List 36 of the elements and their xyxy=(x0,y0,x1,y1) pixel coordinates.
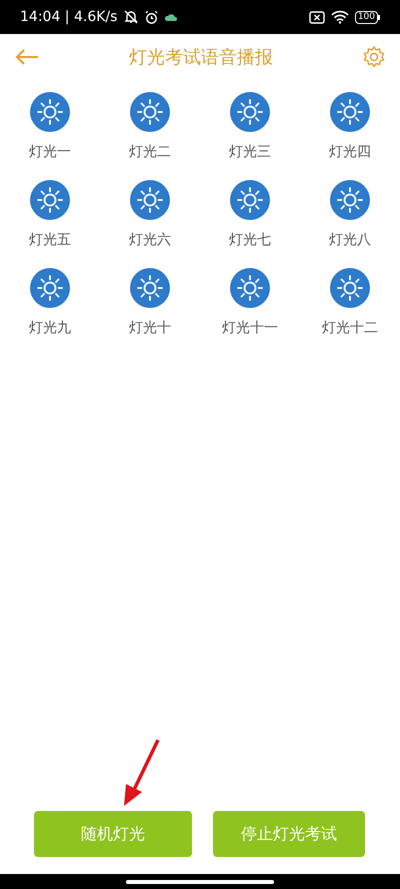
sun-icon[interactable] xyxy=(330,268,370,308)
muted-bell-icon xyxy=(123,9,140,25)
light-label: 灯光二 xyxy=(129,143,171,162)
action-button[interactable]: 停止灯光考试 xyxy=(213,811,365,857)
action-button[interactable]: 随机灯光 xyxy=(34,811,192,857)
light-label: 灯光十一 xyxy=(222,319,278,338)
light-label: 灯光五 xyxy=(29,231,71,250)
battery-icon: 100 xyxy=(354,10,380,24)
light-label: 灯光一 xyxy=(29,143,71,162)
page-title: 灯光考试语音播报 xyxy=(129,46,273,70)
sun-icon[interactable] xyxy=(30,92,70,132)
sun-icon[interactable] xyxy=(30,180,70,220)
sun-icon[interactable] xyxy=(130,268,170,308)
light-label: 灯光三 xyxy=(229,143,271,162)
status-time: 14:04 | 4.6K/s xyxy=(20,8,118,26)
light-label: 灯光九 xyxy=(29,319,71,338)
light-label: 灯光八 xyxy=(329,231,371,250)
sun-icon[interactable] xyxy=(30,268,70,308)
sun-icon[interactable] xyxy=(230,92,270,132)
light-label: 灯光六 xyxy=(129,231,171,250)
sun-icon[interactable] xyxy=(330,92,370,132)
settings-icon[interactable] xyxy=(362,45,386,69)
light-label: 灯光十二 xyxy=(322,319,378,338)
light-label: 灯光十 xyxy=(129,319,171,338)
light-label: 灯光七 xyxy=(229,231,271,250)
sim-icon xyxy=(308,10,325,24)
back-arrow-icon[interactable] xyxy=(14,48,40,66)
sun-icon[interactable] xyxy=(130,180,170,220)
cloud-icon xyxy=(165,12,178,22)
sun-icon[interactable] xyxy=(330,180,370,220)
sun-icon[interactable] xyxy=(230,180,270,220)
sun-icon[interactable] xyxy=(230,268,270,308)
wifi-icon xyxy=(330,10,349,24)
sun-icon[interactable] xyxy=(130,92,170,132)
alarm-icon xyxy=(144,10,160,24)
light-label: 灯光四 xyxy=(329,143,371,162)
